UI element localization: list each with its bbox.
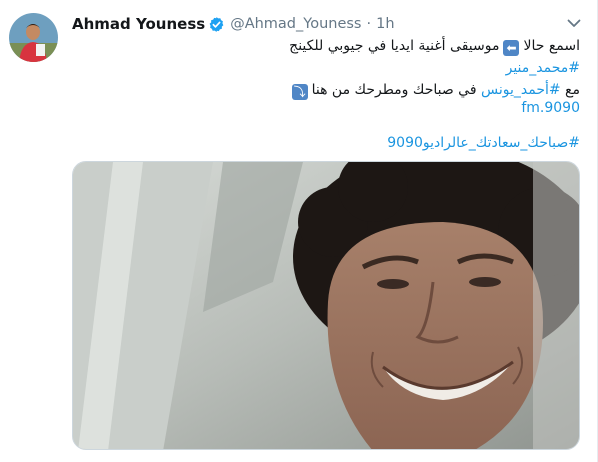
tweet-text: اسمع حالا (523, 38, 580, 54)
hashtag-link[interactable]: #صباحك_سعادتك_عالراديو9090 (387, 135, 580, 151)
avatar-image (9, 13, 58, 62)
tweet-text-line: #صباحك_سعادتك_عالراديو9090 (72, 133, 580, 153)
tweet-header: Ahmad Youness @Ahmad_Youness · 1h (72, 13, 395, 35)
tweet-text-line: مع #أحمد_يونس في صباحك ومطرحك من هنا⤵ (72, 80, 580, 100)
left-arrow-icon: ⬅ (503, 40, 520, 56)
display-name[interactable]: Ahmad Youness (72, 15, 205, 33)
tweet-text-line: اسمع حالا⬅موسيقى أغنية ايديا في جيوبي لل… (72, 36, 580, 56)
tweet[interactable]: Ahmad Youness @Ahmad_Youness · 1h اسمع ح… (0, 0, 598, 462)
tweet-text: مع (565, 82, 580, 98)
tweet-text: في صباحك ومطرحك من هنا (311, 82, 477, 98)
user-handle[interactable]: @Ahmad_Youness (230, 16, 361, 32)
tweet-photo[interactable] (72, 161, 580, 450)
photo-image (73, 162, 579, 449)
tweet-text: موسيقى أغنية ايديا في جيوبي للكينج (289, 38, 500, 54)
hashtag-link[interactable]: #أحمد_يونس (481, 82, 561, 98)
url-link[interactable]: 9090.fm (521, 100, 580, 116)
chevron-down-icon[interactable] (565, 14, 583, 32)
timestamp[interactable]: 1h (376, 16, 394, 32)
avatar[interactable] (9, 13, 58, 62)
verified-badge-icon (208, 16, 225, 33)
tweet-text-line: #محمد_منير (72, 58, 580, 78)
tweet-text-line: 9090.fm (72, 98, 580, 118)
hashtag-link[interactable]: #محمد_منير (506, 60, 580, 76)
separator-dot: · (366, 16, 372, 32)
